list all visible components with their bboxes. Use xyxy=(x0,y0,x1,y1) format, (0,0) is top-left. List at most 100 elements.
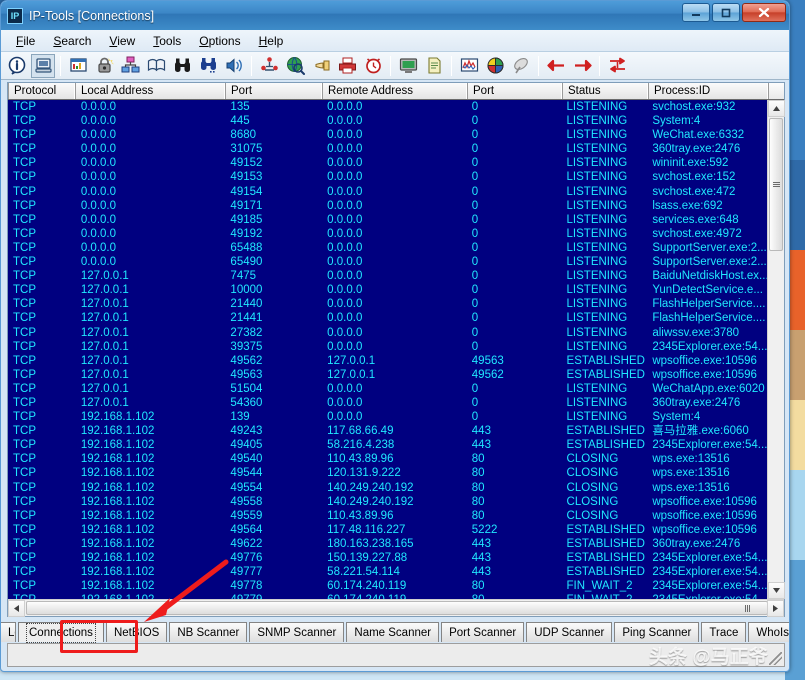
table-row[interactable]: TCP127.0.0.1515040.0.0.00LISTENINGWeChat… xyxy=(8,382,767,396)
column-header-process-id-6[interactable]: Process:ID xyxy=(649,83,769,99)
info-icon[interactable] xyxy=(5,54,29,78)
tab-snmp-scanner[interactable]: SNMP Scanner xyxy=(249,622,344,642)
connections-monitor-icon[interactable] xyxy=(66,54,90,78)
table-row[interactable]: TCP127.0.0.149563127.0.0.149562ESTABLISH… xyxy=(8,368,767,382)
menu-item-options[interactable]: Options xyxy=(190,32,249,50)
table-row[interactable]: TCP0.0.0.086800.0.0.00LISTENINGWeChat.ex… xyxy=(8,128,767,142)
arrow-left-red-icon[interactable] xyxy=(544,54,568,78)
cell-status: ESTABLISHED xyxy=(562,424,648,438)
table-row[interactable]: TCP127.0.0.1214400.0.0.00LISTENINGFlashH… xyxy=(8,297,767,311)
vertical-scrollbar[interactable] xyxy=(767,100,784,599)
vertical-scroll-thumb[interactable] xyxy=(769,118,783,251)
column-header-port-4[interactable]: Port xyxy=(468,83,563,99)
column-header-protocol-0[interactable]: Protocol xyxy=(8,83,76,99)
scroll-down-arrow-icon[interactable] xyxy=(768,582,785,599)
table-row[interactable]: TCP0.0.0.0491520.0.0.00LISTENINGwininit.… xyxy=(8,156,767,170)
menu-item-tools[interactable]: Tools xyxy=(144,32,190,50)
table-row[interactable]: TCP192.168.1.10249544120.131.9.22280CLOS… xyxy=(8,466,767,480)
tab-ping-scanner[interactable]: Ping Scanner xyxy=(614,622,699,642)
satellite-dish-icon[interactable] xyxy=(509,54,533,78)
alarm-clock-icon[interactable] xyxy=(361,54,385,78)
ping-speaker-icon[interactable] xyxy=(222,54,246,78)
column-header-status-5[interactable]: Status xyxy=(563,83,649,99)
table-row[interactable]: TCP192.168.1.1021390.0.0.00LISTENINGSyst… xyxy=(8,410,767,424)
table-row[interactable]: TCP127.0.0.1214410.0.0.00LISTENINGFlashH… xyxy=(8,311,767,325)
table-row[interactable]: TCP127.0.0.149562127.0.0.149563ESTABLISH… xyxy=(8,354,767,368)
tab-local-info[interactable]: Local Info xyxy=(0,622,16,642)
tab-netbios[interactable]: NetBIOS xyxy=(106,622,167,642)
menu-item-file[interactable]: File xyxy=(7,32,44,50)
table-row[interactable]: TCP0.0.0.04450.0.0.00LISTENINGSystem:4 xyxy=(8,114,767,128)
tab-trace[interactable]: Trace xyxy=(701,622,746,642)
telnet-hand-icon[interactable] xyxy=(309,54,333,78)
maximize-button[interactable] xyxy=(712,3,740,22)
table-row[interactable]: TCP0.0.0.0491850.0.0.00LISTENINGservices… xyxy=(8,213,767,227)
tab-port-scanner[interactable]: Port Scanner xyxy=(441,622,524,642)
table-row[interactable]: TCP192.168.1.10249540110.43.89.9680CLOSI… xyxy=(8,452,767,466)
cell-local-address: 0.0.0.0 xyxy=(76,142,226,156)
table-row[interactable]: TCP127.0.0.1393750.0.0.00LISTENING2345Ex… xyxy=(8,340,767,354)
document-page-icon[interactable] xyxy=(422,54,446,78)
tab-name-scanner[interactable]: Name Scanner xyxy=(346,622,439,642)
scroll-left-arrow-icon[interactable] xyxy=(8,600,25,617)
port-scanner-binoculars-icon[interactable] xyxy=(196,54,220,78)
netbios-network-icon[interactable] xyxy=(118,54,142,78)
monitor-screen-icon[interactable] xyxy=(396,54,420,78)
table-row[interactable]: TCP192.168.1.1024940558.216.4.238443ESTA… xyxy=(8,438,767,452)
table-row[interactable]: TCP192.168.1.1024977860.174.240.11980FIN… xyxy=(8,579,767,593)
table-row[interactable]: TCP0.0.0.0491540.0.0.00LISTENINGsvchost.… xyxy=(8,185,767,199)
menu-item-help[interactable]: Help xyxy=(250,32,293,50)
cell-remote-address: 0.0.0.0 xyxy=(322,114,467,128)
table-row[interactable]: TCP0.0.0.0491710.0.0.00LISTENINGlsass.ex… xyxy=(8,199,767,213)
local-info-computer-icon[interactable] xyxy=(31,54,55,78)
cell-port: 49153 xyxy=(225,170,322,184)
table-row[interactable]: TCP127.0.0.1273820.0.0.00LISTENINGaliwss… xyxy=(8,326,767,340)
table-row[interactable]: TCP192.168.1.10249243117.68.66.49443ESTA… xyxy=(8,424,767,438)
traffic-graph-icon[interactable] xyxy=(457,54,481,78)
tab-whois[interactable]: WhoIs xyxy=(748,622,790,642)
table-row[interactable]: TCP192.168.1.10249558140.249.240.19280CL… xyxy=(8,495,767,509)
column-header-local-address-1[interactable]: Local Address xyxy=(76,83,226,99)
horizontal-scrollbar[interactable] xyxy=(8,599,784,616)
pie-chart-icon[interactable] xyxy=(483,54,507,78)
table-row[interactable]: TCP192.168.1.10249559110.43.89.9680CLOSI… xyxy=(8,509,767,523)
cell-local-address: 0.0.0.0 xyxy=(76,100,226,114)
group-users-icon[interactable] xyxy=(257,54,281,78)
table-row[interactable]: TCP0.0.0.0654880.0.0.00LISTENINGSupportS… xyxy=(8,241,767,255)
binoculars-scan-icon[interactable] xyxy=(170,54,194,78)
close-button[interactable] xyxy=(742,3,786,22)
globe-search-icon[interactable] xyxy=(283,54,307,78)
table-row[interactable]: TCP192.168.1.10249622180.163.238.165443E… xyxy=(8,537,767,551)
table-row[interactable]: TCP0.0.0.0491530.0.0.00LISTENINGsvchost.… xyxy=(8,170,767,184)
printer-icon[interactable] xyxy=(335,54,359,78)
cell-process-id: svchost.exe:932 xyxy=(647,100,767,114)
security-lock-icon[interactable] xyxy=(92,54,116,78)
transfer-arrows-icon[interactable] xyxy=(605,54,629,78)
tab-nb-scanner[interactable]: NB Scanner xyxy=(169,622,247,642)
menu-item-search[interactable]: Search xyxy=(44,32,100,50)
arrow-right-red-icon[interactable] xyxy=(570,54,594,78)
menu-item-view[interactable]: View xyxy=(100,32,144,50)
table-row[interactable]: TCP0.0.0.0654900.0.0.00LISTENINGSupportS… xyxy=(8,255,767,269)
column-header-remote-address-3[interactable]: Remote Address xyxy=(323,83,468,99)
table-row[interactable]: TCP0.0.0.0310750.0.0.00LISTENING360tray.… xyxy=(8,142,767,156)
table-row[interactable]: TCP127.0.0.1100000.0.0.00LISTENINGYunDet… xyxy=(8,283,767,297)
table-row[interactable]: TCP192.168.1.1024977758.221.54.114443EST… xyxy=(8,565,767,579)
scroll-right-arrow-icon[interactable] xyxy=(767,600,784,617)
table-row[interactable]: TCP192.168.1.10249776150.139.227.88443ES… xyxy=(8,551,767,565)
tab-connections[interactable]: Connections xyxy=(18,622,104,642)
resize-grip-icon[interactable] xyxy=(769,652,782,665)
cell-status: CLOSING xyxy=(562,481,648,495)
table-row[interactable]: TCP127.0.0.1543600.0.0.00LISTENING360tra… xyxy=(8,396,767,410)
name-scanner-book-icon[interactable] xyxy=(144,54,168,78)
tab-udp-scanner[interactable]: UDP Scanner xyxy=(526,622,612,642)
horizontal-scroll-thumb[interactable] xyxy=(26,601,768,615)
minimize-button[interactable] xyxy=(682,3,710,22)
table-row[interactable]: TCP192.168.1.10249554140.249.240.19280CL… xyxy=(8,481,767,495)
column-header-port-2[interactable]: Port xyxy=(226,83,323,99)
scroll-up-arrow-icon[interactable] xyxy=(768,100,785,117)
table-row[interactable]: TCP127.0.0.174750.0.0.00LISTENINGBaiduNe… xyxy=(8,269,767,283)
table-row[interactable]: TCP192.168.1.10249564117.48.116.2275222E… xyxy=(8,523,767,537)
table-row[interactable]: TCP0.0.0.01350.0.0.00LISTENINGsvchost.ex… xyxy=(8,100,767,114)
table-row[interactable]: TCP0.0.0.0491920.0.0.00LISTENINGsvchost.… xyxy=(8,227,767,241)
